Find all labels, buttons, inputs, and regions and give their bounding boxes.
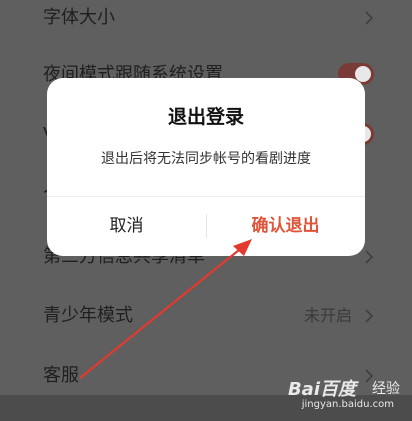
baidu-logo: Bai百度 (287, 379, 356, 400)
annotation-arrow (79, 239, 252, 379)
watermark-url: jingyan.baidu.com (301, 399, 394, 410)
baidu-jingyan-watermark: Bai百度 经验 jingyan.baidu.com (270, 375, 400, 415)
watermark-suffix: 经验 (372, 381, 400, 397)
